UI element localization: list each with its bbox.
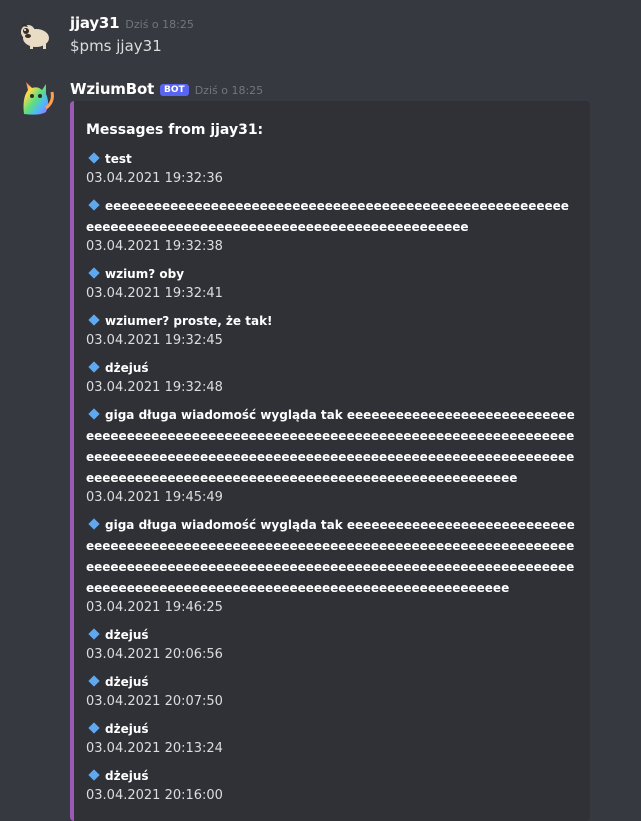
- entry-text: giga długa wiadomość wygląda tak eeeeeee…: [86, 515, 576, 599]
- blue-diamond-icon: [88, 361, 100, 373]
- entry-timestamp: 03.04.2021 19:32:48: [86, 380, 223, 395]
- blue-diamond-icon: [88, 722, 100, 734]
- entry-message: giga długa wiadomość wygląda tak eeeeeee…: [86, 408, 575, 485]
- blue-diamond-icon: [88, 314, 100, 326]
- bot-avatar-wziumbot[interactable]: [16, 78, 56, 118]
- entry-text: dżejuś: [86, 672, 576, 693]
- entry-message: wzium? oby: [105, 267, 185, 281]
- entry-timestamp: 03.04.2021 20:06:56: [86, 647, 223, 662]
- bot-tag-badge: BOT: [160, 84, 189, 96]
- entry-message: dżejuś: [105, 361, 149, 375]
- entry-text: eeeeeeeeeeeeeeeeeeeeeeeeeeeeeeeeeeeeeeee…: [86, 196, 576, 238]
- entry-text: dżejuś: [86, 719, 576, 740]
- blue-diamond-icon: [88, 675, 100, 687]
- entry-text: giga długa wiadomość wygląda tak eeeeeee…: [86, 405, 576, 489]
- embed-entries: test 03.04.2021 19:32:36 eeeeeeeeeeeeeeeee…: [86, 149, 576, 805]
- entry-timestamp: 03.04.2021 20:07:50: [86, 694, 223, 709]
- embed-entry: dżejuś 03.04.2021 20:06:56: [86, 625, 576, 664]
- embed-title: Messages from jjay31:: [86, 122, 264, 138]
- pug-avatar-icon: [16, 14, 56, 54]
- entry-timestamp: 03.04.2021 19:46:25: [86, 600, 223, 615]
- blue-diamond-icon: [88, 408, 100, 420]
- embed-entry: eeeeeeeeeeeeeeeeeeeeeeeeeeeeeeeeeeeeeeee…: [86, 196, 576, 256]
- embed-entry: dżejuś 03.04.2021 20:13:24: [86, 719, 576, 758]
- entry-message: eeeeeeeeeeeeeeeeeeeeeeeeeeeeeeeeeeeeeeee…: [86, 199, 569, 234]
- entry-timestamp: 03.04.2021 20:13:24: [86, 741, 223, 756]
- entry-message: dżejuś: [105, 675, 149, 689]
- entry-text: wzium? oby: [86, 264, 576, 285]
- entry-text: dżejuś: [86, 358, 576, 379]
- embed-entry: wziumer? proste, że tak! 03.04.2021 19:32…: [86, 311, 576, 350]
- blue-diamond-icon: [88, 518, 100, 530]
- embed-entry: dżejuś 03.04.2021 20:16:00: [86, 766, 576, 805]
- message-timestamp[interactable]: Dziś o 18:25: [125, 18, 193, 31]
- embed-entry: dżejuś 03.04.2021 19:32:48: [86, 358, 576, 397]
- message-timestamp[interactable]: Dziś o 18:25: [195, 84, 263, 97]
- entry-message: giga długa wiadomość wygląda tak eeeeeee…: [86, 518, 575, 595]
- entry-timestamp: 03.04.2021 19:45:49: [86, 490, 223, 505]
- blue-diamond-icon: [88, 769, 100, 781]
- entry-timestamp: 03.04.2021 20:16:00: [86, 788, 223, 803]
- entry-message: test: [105, 152, 132, 166]
- username[interactable]: WziumBot: [70, 80, 154, 98]
- rainbow-cat-avatar-icon: [16, 78, 56, 118]
- entry-timestamp: 03.04.2021 19:32:45: [86, 333, 223, 348]
- user-avatar-jjay31[interactable]: [16, 14, 56, 54]
- blue-diamond-icon: [88, 199, 100, 211]
- entry-text: wziumer? proste, że tak!: [86, 311, 576, 332]
- embed-accent-bar: [70, 101, 74, 821]
- entry-message: dżejuś: [105, 769, 149, 783]
- entry-message: wziumer? proste, że tak!: [105, 314, 273, 328]
- blue-diamond-icon: [88, 152, 100, 164]
- message-content: $pms jjay31: [70, 37, 162, 55]
- entry-text: dżejuś: [86, 625, 576, 646]
- entry-timestamp: 03.04.2021 19:32:41: [86, 286, 223, 301]
- entry-text: test: [86, 149, 576, 170]
- message-embed: Messages from jjay31: test 03.04.2021 19:…: [70, 101, 590, 821]
- embed-entry: giga długa wiadomość wygląda tak eeeeeee…: [86, 515, 576, 617]
- entry-timestamp: 03.04.2021 19:32:36: [86, 171, 223, 186]
- blue-diamond-icon: [88, 628, 100, 640]
- embed-body: Messages from jjay31: test 03.04.2021 19:…: [86, 121, 576, 813]
- embed-entry: test 03.04.2021 19:32:36: [86, 149, 576, 188]
- entry-message: dżejuś: [105, 628, 149, 642]
- embed-entry: wzium? oby 03.04.2021 19:32:41: [86, 264, 576, 303]
- entry-timestamp: 03.04.2021 19:32:38: [86, 239, 223, 254]
- blue-diamond-icon: [88, 267, 100, 279]
- entry-message: dżejuś: [105, 722, 149, 736]
- message-jjay31: jjay31 Dziś o 18:25 $pms jjay31: [0, 0, 641, 70]
- entry-text: dżejuś: [86, 766, 576, 787]
- username[interactable]: jjay31: [70, 14, 120, 32]
- embed-entry: giga długa wiadomość wygląda tak eeeeeee…: [86, 405, 576, 507]
- embed-entry: dżejuś 03.04.2021 20:07:50: [86, 672, 576, 711]
